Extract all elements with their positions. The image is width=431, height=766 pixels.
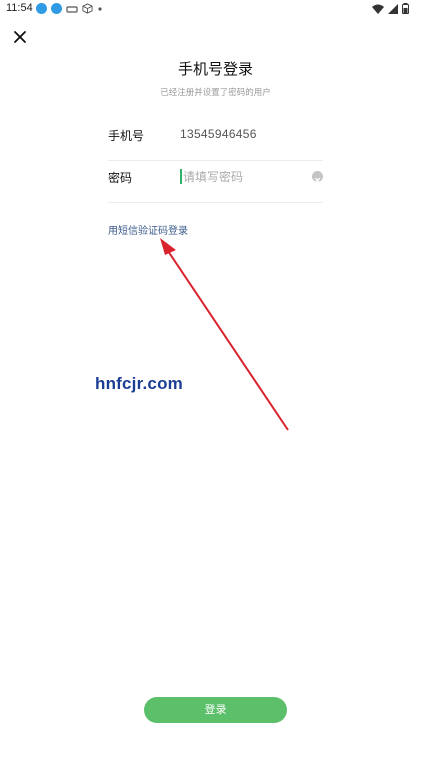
text-cursor	[180, 169, 182, 184]
login-button[interactable]: 登录	[144, 697, 287, 723]
sms-login-link[interactable]: 用短信验证码登录	[108, 222, 188, 237]
password-row: 密码	[108, 152, 323, 203]
phone-label: 手机号	[108, 129, 145, 143]
password-label: 密码	[108, 171, 133, 185]
cube-icon	[82, 3, 93, 14]
battery-icon	[402, 3, 409, 14]
status-bar: 11:54	[0, 0, 431, 18]
wifi-icon	[372, 4, 384, 14]
close-button[interactable]	[12, 29, 28, 45]
page-title: 手机号登录	[177, 60, 253, 78]
status-time: 11:54	[6, 2, 33, 14]
clear-button[interactable]	[312, 171, 323, 184]
dot-icon	[98, 6, 102, 11]
watermark-text: hnfcjr.com	[95, 374, 183, 393]
status-icons-left	[36, 3, 103, 14]
download-icon	[51, 3, 62, 14]
phone-number-field[interactable]: 13545946456	[180, 127, 257, 141]
page-subtitle: 已经注册并设置了密码的用户	[160, 88, 271, 98]
password-input[interactable]	[180, 166, 308, 188]
download-icon	[36, 3, 47, 14]
status-icons-right	[372, 3, 409, 14]
close-icon	[14, 31, 26, 43]
clear-icon	[314, 177, 321, 184]
notification-icon	[66, 5, 78, 13]
signal-icon	[388, 3, 398, 14]
